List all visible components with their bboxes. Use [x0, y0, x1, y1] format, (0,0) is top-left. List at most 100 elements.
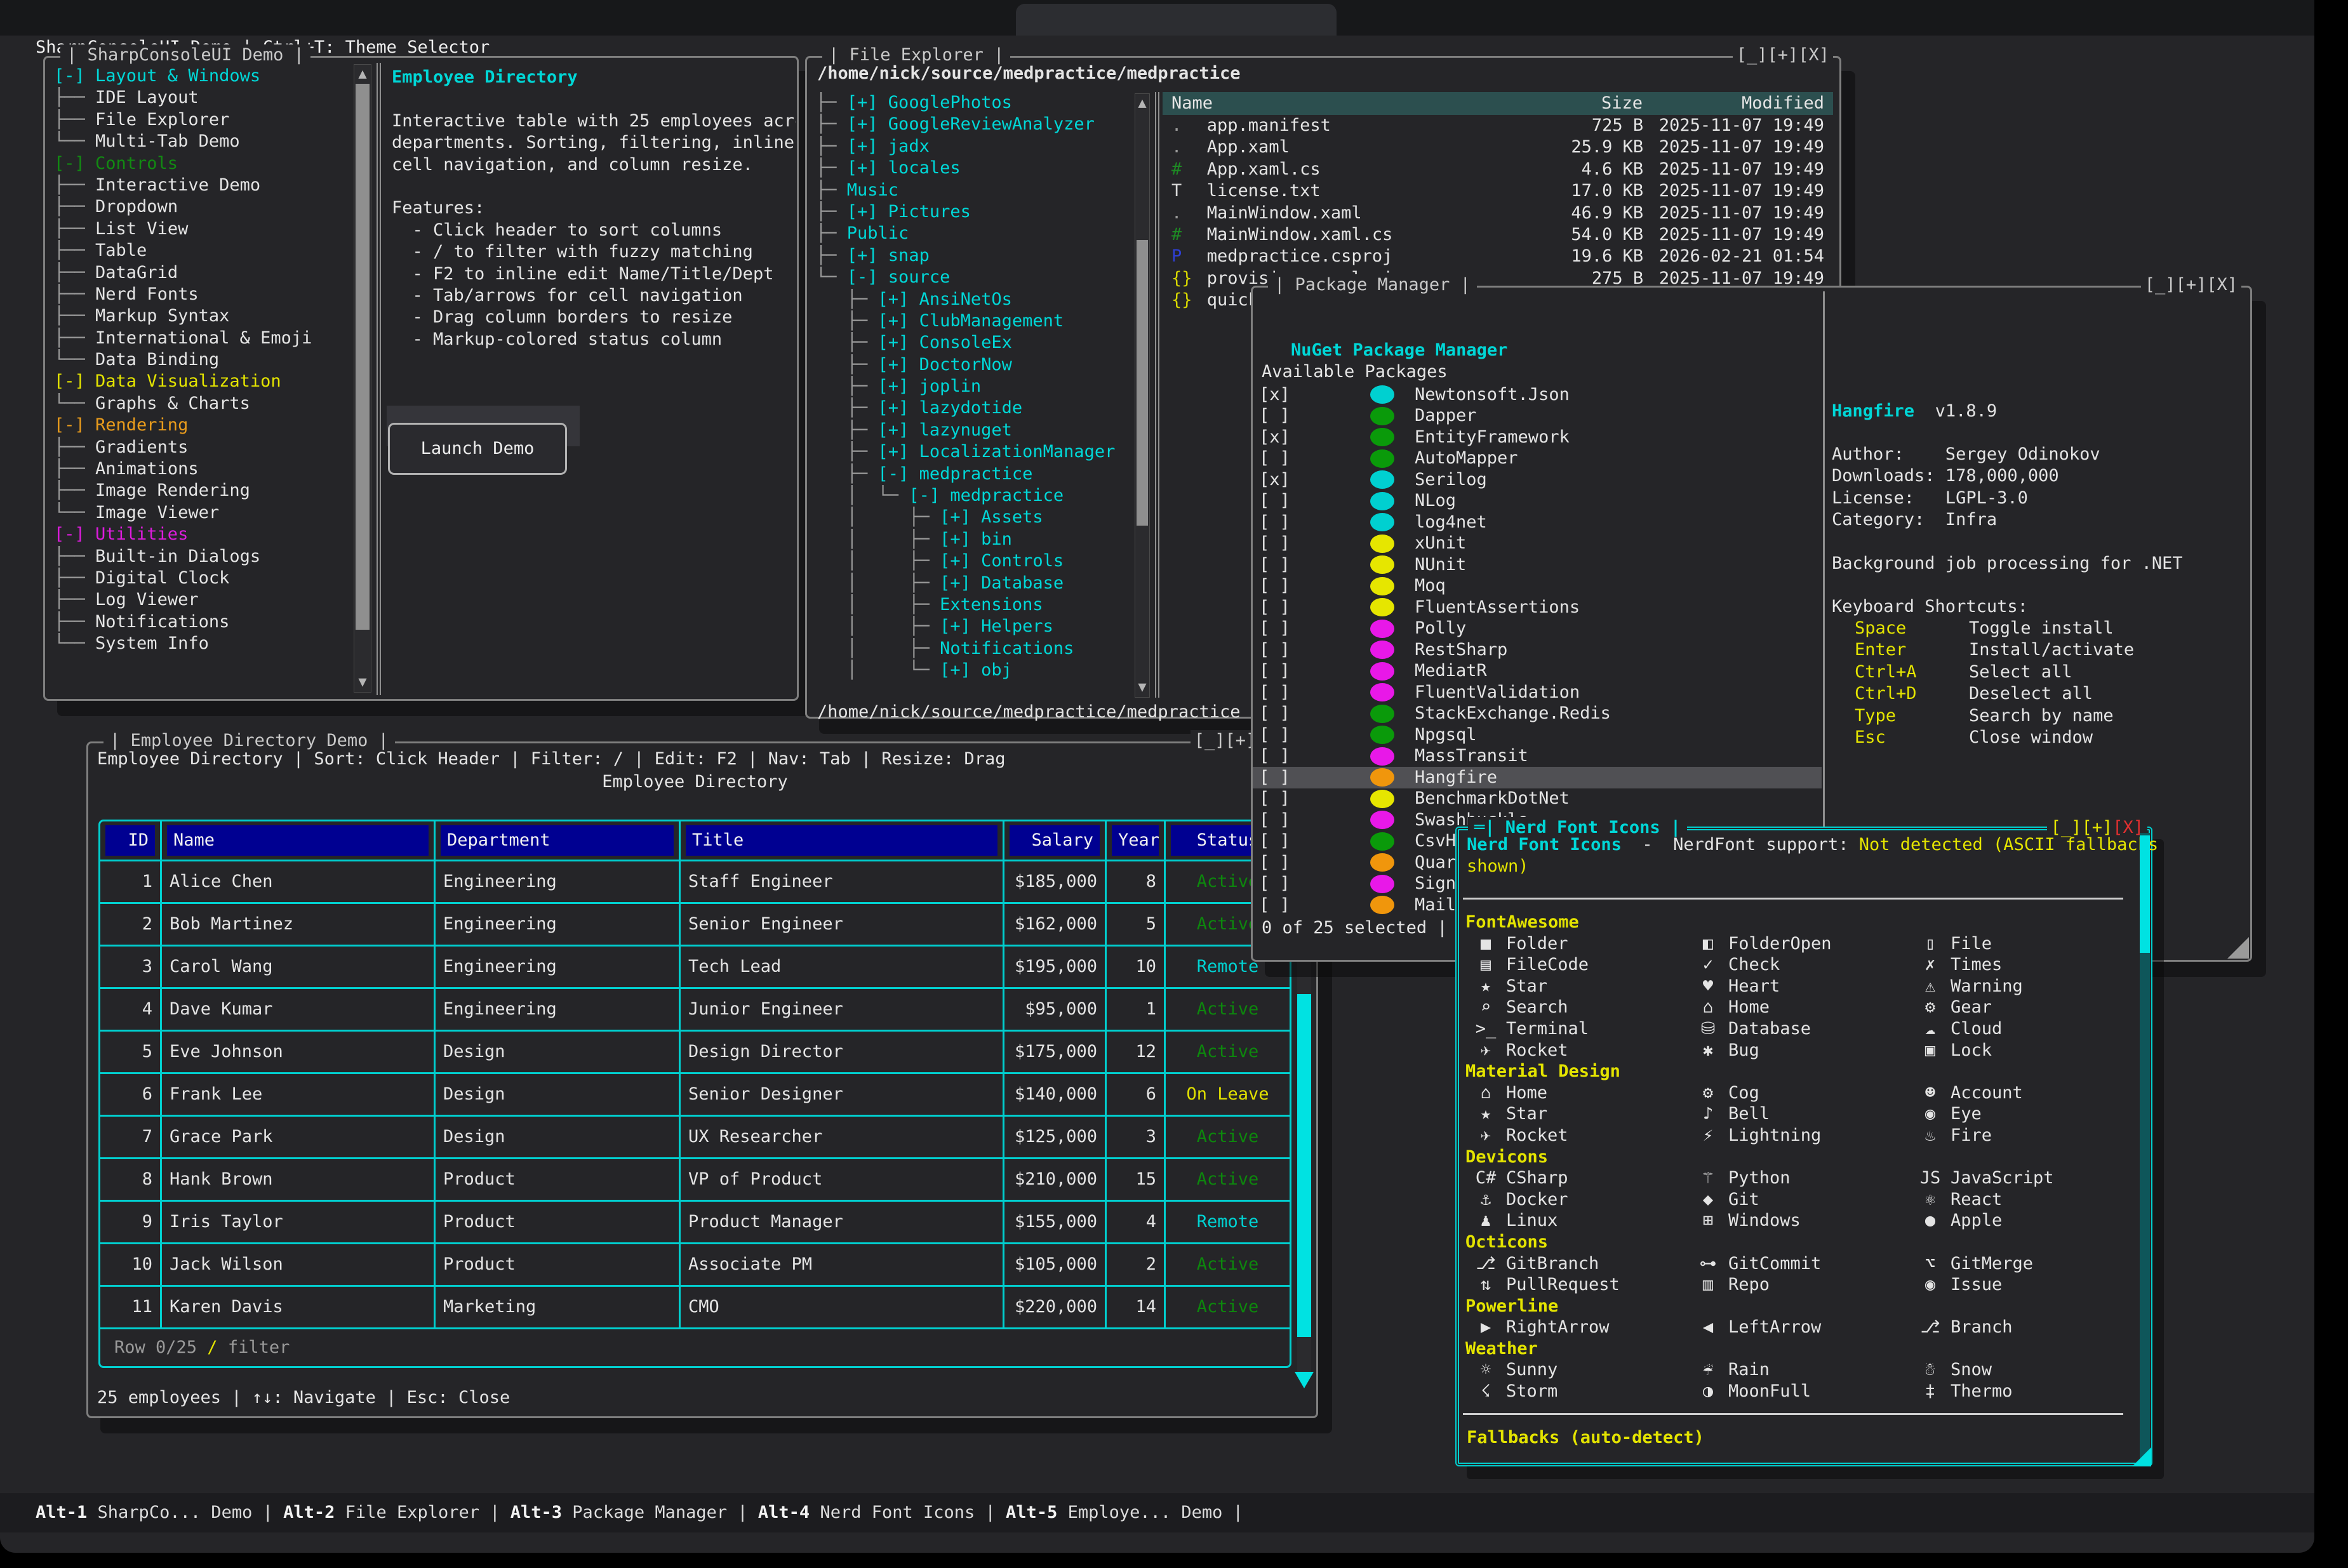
package-checkbox[interactable]: [x]	[1259, 469, 1290, 491]
taskbar-item[interactable]: Alt-4 Nerd Font Icons |	[758, 1502, 1006, 1524]
file-row[interactable]: . MainWindow.xaml 46.9 KB 2025-11-07 19:…	[1163, 203, 1833, 224]
tree-item[interactable]: [-] Utilities	[54, 524, 351, 545]
table-row[interactable]: 3 Carol Wang Engineering Tech Lead $195,…	[100, 945, 1290, 987]
column-size[interactable]: Size	[1522, 92, 1643, 115]
package-row[interactable]: [ ] StackExchange.Redis	[1253, 703, 1822, 725]
package-row[interactable]: [ ] FluentValidation	[1253, 682, 1822, 703]
package-checkbox[interactable]: [ ]	[1259, 809, 1290, 831]
cell-salary[interactable]: $95,000	[1003, 989, 1105, 1030]
package-checkbox[interactable]: [ ]	[1259, 533, 1290, 554]
package-row[interactable]: [ ] MediatR	[1253, 661, 1822, 682]
directory-tree-item[interactable]: ├─ [+] GoogleReviewAnalyzer	[816, 114, 1133, 135]
cell-id[interactable]: 2	[100, 904, 160, 945]
directory-tree-item[interactable]: ├─ [+] DoctorNow	[816, 354, 1133, 376]
package-checkbox[interactable]: [ ]	[1259, 873, 1290, 894]
tree-item[interactable]: ├── DataGrid	[54, 262, 351, 284]
package-checkbox[interactable]: [ ]	[1259, 660, 1290, 682]
cell-years[interactable]: 4	[1105, 1202, 1164, 1242]
cell-status[interactable]: Active	[1164, 1032, 1290, 1072]
package-name[interactable]: MassTransit	[1415, 745, 1528, 767]
package-checkbox[interactable]: [ ]	[1259, 448, 1290, 469]
tree-item[interactable]: └── Multi-Tab Demo	[54, 131, 351, 152]
cell-years[interactable]: 12	[1105, 1032, 1164, 1072]
package-row[interactable]: [x] Serilog	[1253, 469, 1822, 491]
directory-tree-item[interactable]: ├─ [+] AnsiNetOs	[816, 289, 1133, 310]
directory-tree-item[interactable]: │ ├─ Extensions	[816, 594, 1133, 616]
cell-salary[interactable]: $210,000	[1003, 1159, 1105, 1200]
directory-tree-item[interactable]: ├─ [+] jadx	[816, 136, 1133, 157]
package-checkbox[interactable]: [ ]	[1259, 575, 1290, 597]
cell-salary[interactable]: $185,000	[1003, 861, 1105, 902]
taskbar-item[interactable]: Alt-5 Employe... Demo |	[1006, 1502, 1253, 1524]
directory-tree-item[interactable]: ├─ [+] Pictures	[816, 201, 1133, 223]
directory-tree-item[interactable]: ├─ [+] lazydotide	[816, 397, 1133, 419]
launch-demo-button[interactable]: Launch Demo	[388, 423, 567, 475]
package-name[interactable]: xUnit	[1415, 533, 1466, 554]
tree-scrollbar[interactable]: ▲ ▼	[1135, 93, 1150, 698]
package-checkbox[interactable]: [ ]	[1259, 830, 1290, 852]
cell-department[interactable]: Design	[434, 1032, 679, 1072]
package-name[interactable]: Polly	[1415, 618, 1466, 639]
cell-years[interactable]: 1	[1105, 989, 1164, 1030]
cell-name[interactable]: Hank Brown	[160, 1159, 434, 1200]
cell-department[interactable]: Product	[434, 1244, 679, 1285]
cell-salary[interactable]: $125,000	[1003, 1117, 1105, 1157]
cell-title[interactable]: Junior Engineer	[679, 989, 1003, 1030]
file-row[interactable]: . App.xaml 25.9 KB 2025-11-07 19:49	[1163, 136, 1833, 158]
directory-tree-item[interactable]: │ └─ [+] obj	[816, 660, 1133, 681]
terminal-tab[interactable]	[1016, 4, 1337, 36]
package-row[interactable]: [ ] log4net	[1253, 512, 1822, 533]
package-checkbox[interactable]: [ ]	[1259, 618, 1290, 639]
package-name[interactable]: Newtonsoft.Json	[1415, 384, 1570, 406]
file-row[interactable]: . app.manifest 725 B 2025-11-07 19:49	[1163, 115, 1833, 136]
cell-years[interactable]: 2	[1105, 1244, 1164, 1285]
table-row[interactable]: 5 Eve Johnson Design Design Director $17…	[100, 1030, 1290, 1072]
table-row[interactable]: 6 Frank Lee Design Senior Designer $140,…	[100, 1072, 1290, 1115]
window-controls[interactable]: [_][+][X]	[2141, 274, 2241, 296]
package-name[interactable]: Hangfire	[1415, 767, 1497, 788]
tree-item[interactable]: └── Data Binding	[54, 349, 351, 371]
tree-item[interactable]: [-] Controls	[54, 153, 351, 175]
cell-years[interactable]: 14	[1105, 1287, 1164, 1327]
scroll-thumb[interactable]	[356, 84, 370, 630]
cell-years[interactable]: 6	[1105, 1074, 1164, 1115]
cell-salary[interactable]: $140,000	[1003, 1074, 1105, 1115]
package-checkbox[interactable]: [ ]	[1259, 639, 1290, 661]
tree-item[interactable]: ├── Dropdown	[54, 196, 351, 218]
file-list-header[interactable]: Name Size Modified	[1163, 92, 1833, 115]
scroll-up-icon[interactable]: ▲	[1135, 94, 1149, 113]
cell-name[interactable]: Bob Martinez	[160, 904, 434, 945]
directory-tree-item[interactable]: │ ├─ [+] Database	[816, 573, 1133, 594]
directory-tree-item[interactable]: ├─ [+] lazynuget	[816, 420, 1133, 441]
cell-id[interactable]: 9	[100, 1202, 160, 1242]
tree-item[interactable]: ├── Built-in Dialogs	[54, 546, 351, 568]
cell-title[interactable]: Associate PM	[679, 1244, 1003, 1285]
cell-id[interactable]: 10	[100, 1244, 160, 1285]
cell-name[interactable]: Karen Davis	[160, 1287, 434, 1327]
cell-name[interactable]: Dave Kumar	[160, 989, 434, 1030]
package-row[interactable]: [ ] Polly	[1253, 618, 1822, 640]
cell-years[interactable]: 15	[1105, 1159, 1164, 1200]
nf-scroll-thumb[interactable]	[2140, 835, 2150, 953]
nf-scrollbar[interactable]	[2140, 833, 2150, 1458]
cell-id[interactable]: 7	[100, 1117, 160, 1157]
column-name[interactable]: Name	[1171, 92, 1522, 115]
package-row[interactable]: [ ] BenchmarkDotNet	[1253, 788, 1822, 810]
table-row[interactable]: 2 Bob Martinez Engineering Senior Engine…	[100, 902, 1290, 945]
package-checkbox[interactable]: [ ]	[1259, 682, 1290, 703]
package-checkbox[interactable]: [ ]	[1259, 767, 1290, 788]
cell-title[interactable]: VP of Product	[679, 1159, 1003, 1200]
package-name[interactable]: EntityFramework	[1415, 427, 1570, 448]
package-row[interactable]: [ ] MassTransit	[1253, 746, 1822, 767]
tree-item[interactable]: ├── Table	[54, 240, 351, 262]
cell-status[interactable]: Active	[1164, 1117, 1290, 1157]
directory-tree-item[interactable]: │ ├─ [+] Helpers	[816, 616, 1133, 637]
file-row[interactable]: # App.xaml.cs 4.6 KB 2025-11-07 19:49	[1163, 159, 1833, 180]
table-row[interactable]: 4 Dave Kumar Engineering Junior Engineer…	[100, 987, 1290, 1030]
directory-tree-item[interactable]: │ ├─ [+] bin	[816, 529, 1133, 550]
package-checkbox[interactable]: [ ]	[1259, 788, 1290, 809]
package-name[interactable]: NLog	[1415, 490, 1456, 512]
package-checkbox[interactable]: [ ]	[1259, 894, 1290, 916]
cell-status[interactable]: Remote	[1164, 1202, 1290, 1242]
table-scroll-thumb[interactable]	[1297, 994, 1311, 1337]
